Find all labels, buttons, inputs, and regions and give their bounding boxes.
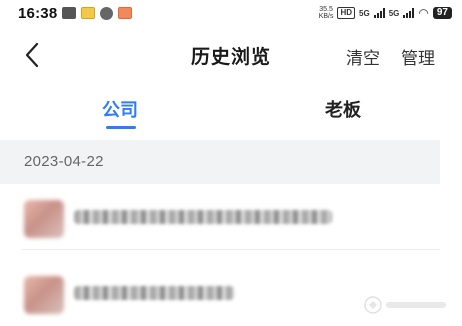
compass-app-icon [100,6,114,20]
network-speed-unit: KB/s [318,13,334,20]
history-list-item[interactable] [0,186,440,250]
tab-bar: 公司 老板 [0,88,462,134]
status-bar: 16:38 35.5 KB/s HD 5G 5G ◠ 97 [0,0,462,26]
battery-level: 97 [432,7,452,19]
back-button[interactable] [18,38,48,72]
section-date: 2023-04-22 [24,153,104,170]
company-name-redacted [74,286,234,300]
status-time: 16:38 [18,4,58,22]
notification-app-icon-2 [118,7,133,19]
manage-button[interactable]: 管理 [401,44,435,69]
mail-icon [62,7,77,19]
status-bar-right: 35.5 KB/s HD 5G 5G ◠ 97 [319,6,452,20]
date-section-header: 2023-04-22 [0,140,440,184]
tab-boss[interactable]: 老板 [325,96,361,122]
active-tab-indicator [106,126,136,129]
status-bar-left: 16:38 [18,4,133,22]
title-bar: 历史浏览 清空 管理 [0,32,462,78]
network-speed: 35.5 KB/s [319,6,334,20]
company-name-redacted [74,210,332,224]
clear-button[interactable]: 清空 [346,44,380,69]
notification-app-icon [81,7,96,19]
page-title: 历史浏览 [190,47,271,68]
signal-5g-label-1: 5G [359,8,370,18]
network-speed-value: 35.5 [319,6,333,13]
company-logo-redacted [24,276,64,314]
wifi-icon: ◠ [418,6,429,20]
signal-5g-label-2: 5G [388,8,400,18]
chevron-left-icon [25,42,39,68]
watermark-logo [362,294,452,316]
signal-bars-icon-2 [403,8,415,18]
tab-company[interactable]: 公司 [102,96,138,122]
signal-bars-icon [373,8,385,18]
hd-badge: HD [337,7,356,19]
list-divider [22,249,440,250]
company-logo-redacted [24,200,64,238]
